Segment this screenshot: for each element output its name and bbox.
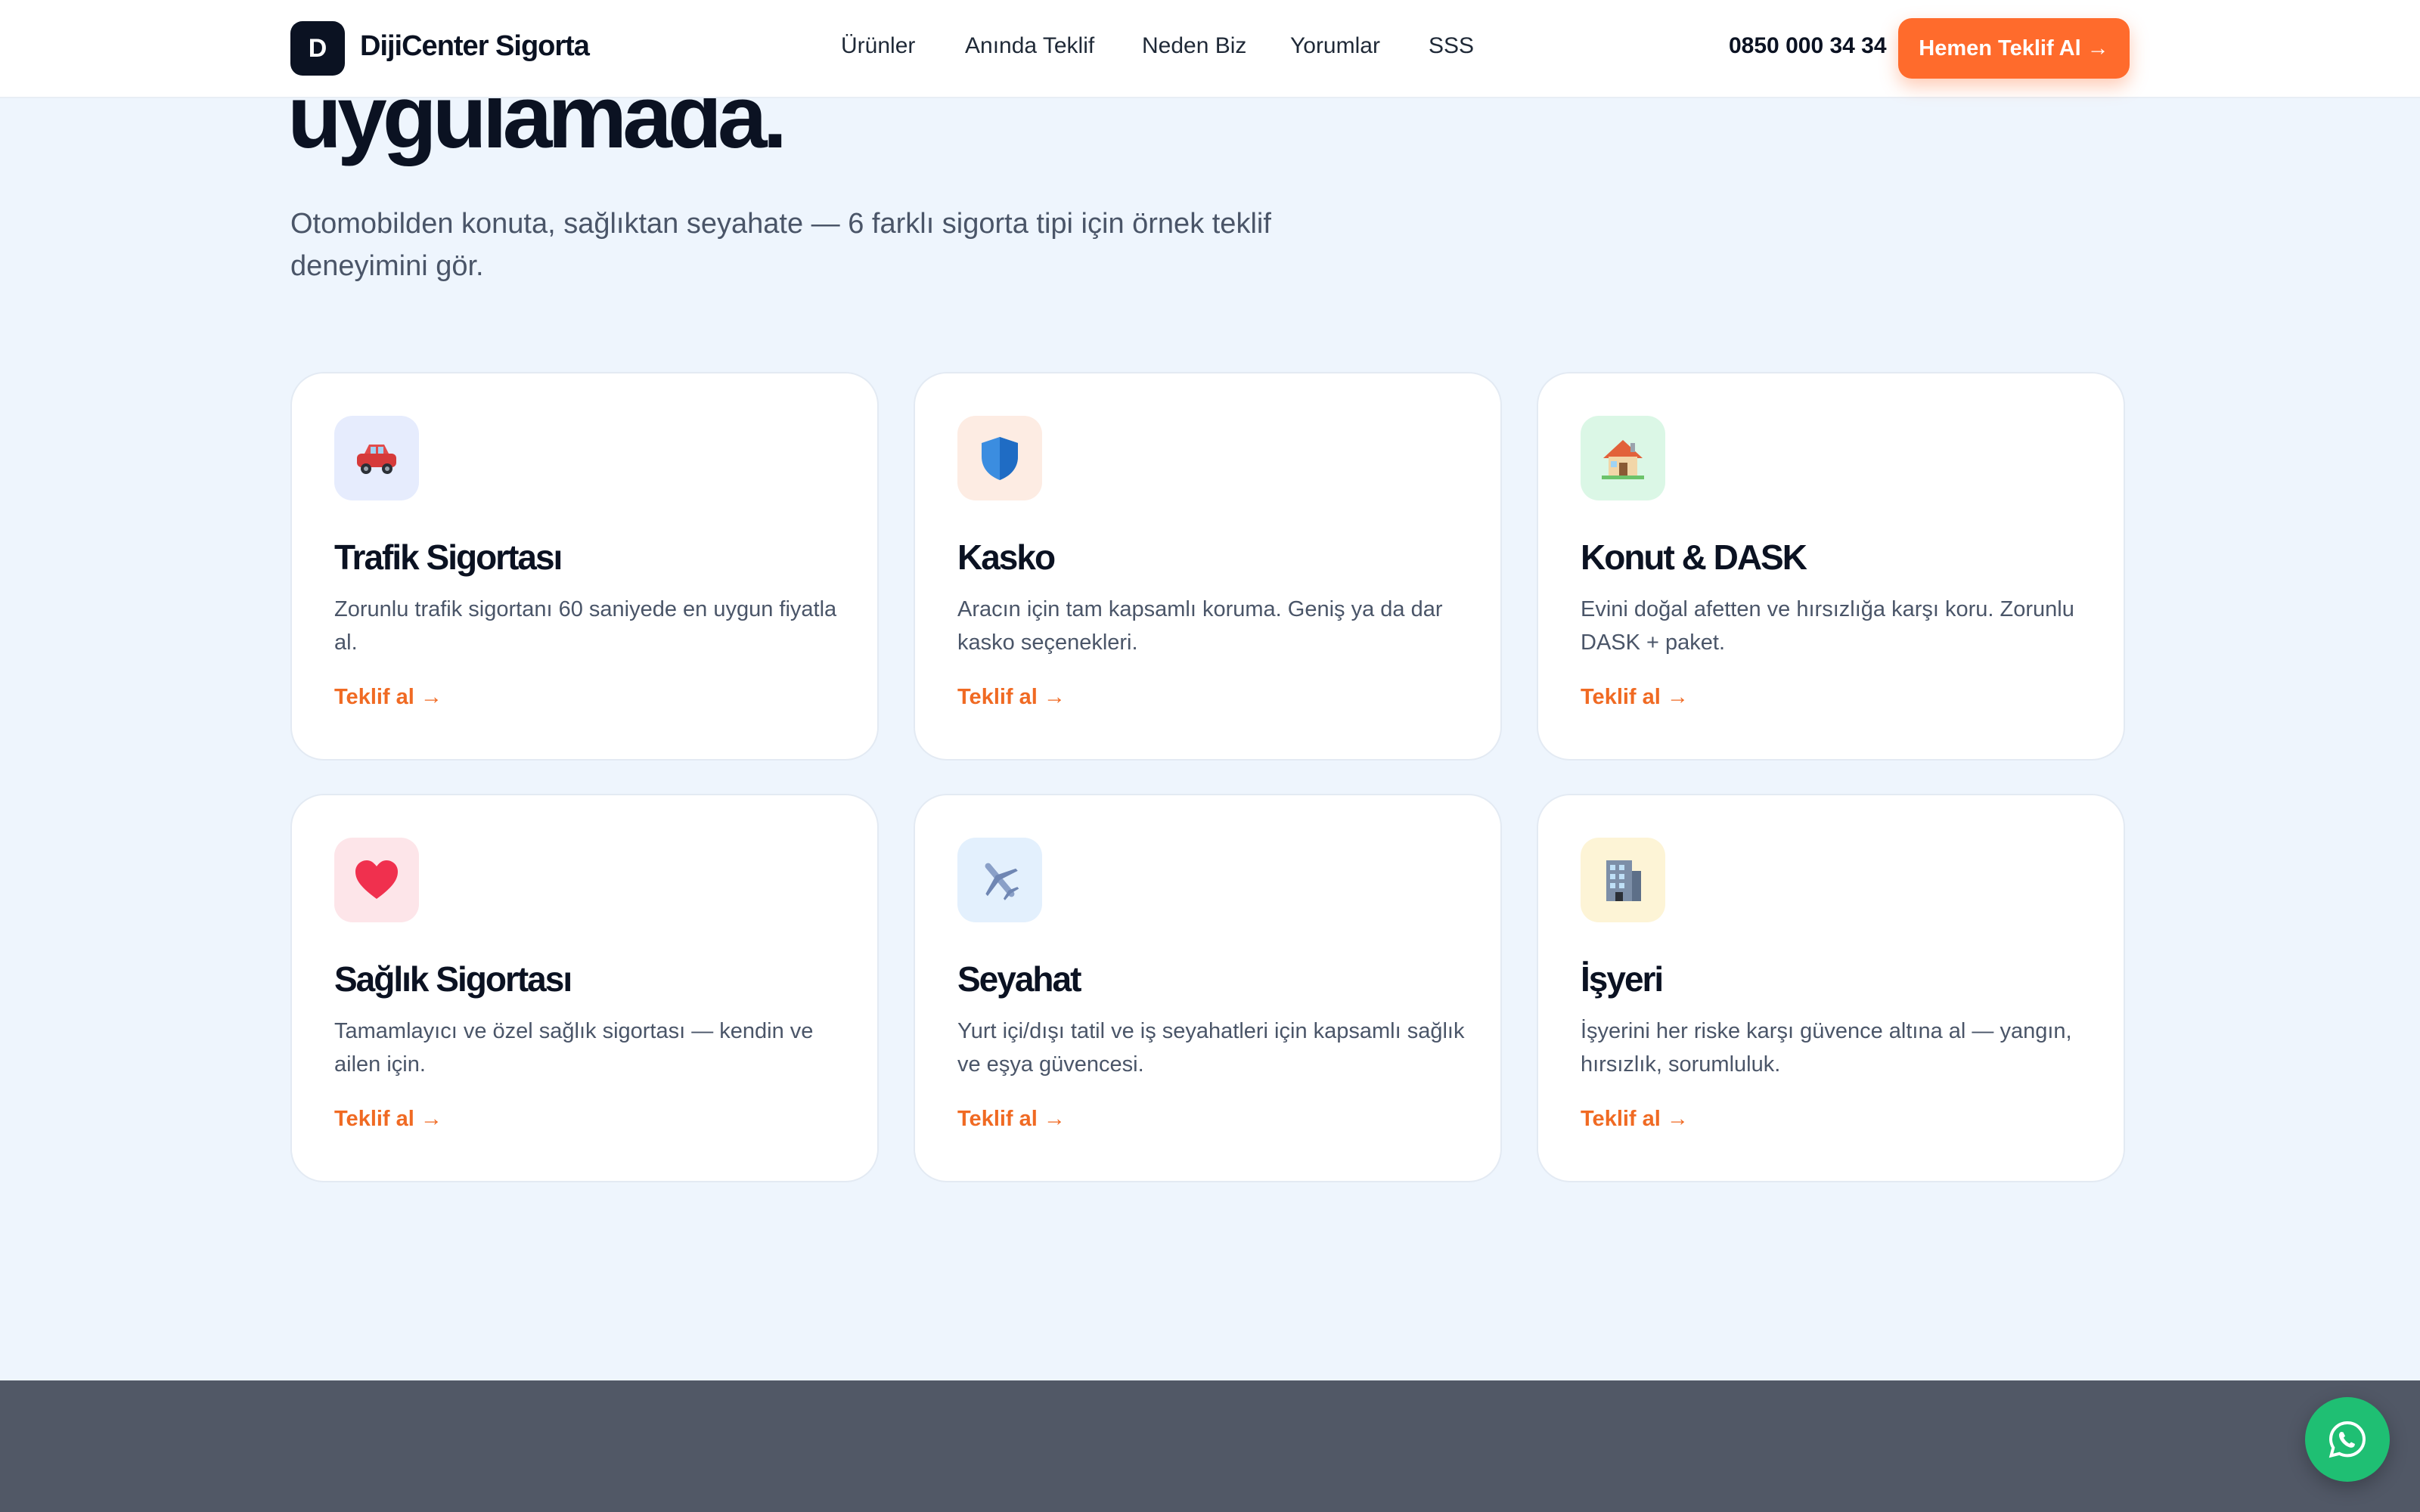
product-card-isyeri[interactable]: İşyeri İşyerini her riske karşı güvence …: [1537, 794, 2125, 1182]
car-icon: [334, 416, 419, 500]
whatsapp-button[interactable]: [2305, 1397, 2390, 1482]
get-quote-link[interactable]: Teklif al →: [1581, 1107, 1689, 1132]
card-description: Zorunlu trafik sigortanı 60 saniyede en …: [334, 597, 837, 655]
heart-icon: [334, 838, 419, 922]
card-description: İşyerini her riske karşı güvence altına …: [1581, 1019, 2072, 1077]
card-description: Tamamlayıcı ve özel sağlık sigortası — k…: [334, 1019, 814, 1077]
get-quote-link[interactable]: Teklif al →: [957, 1107, 1066, 1132]
airplane-icon: [957, 838, 1042, 922]
hero-subtitle: Otomobilden konuta, sağlıktan seyahate —…: [290, 208, 1271, 282]
card-title: Konut & DASK: [1581, 538, 1807, 577]
card-title: Seyahat: [957, 959, 1081, 999]
product-card-saglik[interactable]: Sağlık Sigortası Tamamlayıcı ve özel sağ…: [290, 794, 879, 1182]
card-title: Trafik Sigortası: [334, 538, 563, 577]
get-quote-link[interactable]: Teklif al →: [334, 1107, 442, 1132]
office-building-icon: [1581, 838, 1665, 922]
card-description: Yurt içi/dışı tatil ve iş seyahatleri iç…: [957, 1019, 1465, 1077]
nav-link-urunler[interactable]: Ürünler: [841, 33, 915, 59]
house-icon: [1581, 416, 1665, 500]
card-title: Sağlık Sigortası: [334, 959, 572, 999]
product-card-kasko[interactable]: Kasko Aracın için tam kapsamlı koruma. G…: [914, 372, 1502, 761]
nav-link-aninda-teklif[interactable]: Anında Teklif: [965, 33, 1094, 59]
product-card-trafik[interactable]: Trafik Sigortası Zorunlu trafik sigortan…: [290, 372, 879, 761]
nav-link-neden-biz[interactable]: Neden Biz: [1142, 33, 1246, 59]
footer-section: [0, 1380, 2420, 1512]
get-quote-link[interactable]: Teklif al →: [334, 685, 442, 710]
phone-number[interactable]: 0850 000 34 34: [1729, 33, 1887, 59]
get-quote-link[interactable]: Teklif al →: [1581, 685, 1689, 710]
site-header: D DijiCenter Sigorta Ürünler Anında Tekl…: [0, 0, 2420, 98]
product-card-konut-dask[interactable]: Konut & DASK Evini doğal afetten ve hırs…: [1537, 372, 2125, 761]
nav-link-yorumlar[interactable]: Yorumlar: [1290, 33, 1380, 59]
get-quote-button[interactable]: Hemen Teklif Al →: [1898, 18, 2130, 79]
card-title: İşyeri: [1581, 959, 1664, 999]
get-quote-link[interactable]: Teklif al →: [957, 685, 1066, 710]
card-description: Aracın için tam kapsamlı koruma. Geniş y…: [957, 597, 1443, 655]
card-description: Evini doğal afetten ve hırsızlığa karşı …: [1581, 597, 2074, 655]
shield-icon: [957, 416, 1042, 500]
whatsapp-icon: [2328, 1421, 2366, 1458]
card-title: Kasko: [957, 538, 1056, 577]
product-card-seyahat[interactable]: Seyahat Yurt içi/dışı tatil ve iş seyaha…: [914, 794, 1502, 1182]
nav-link-sss[interactable]: SSS: [1429, 33, 1474, 59]
